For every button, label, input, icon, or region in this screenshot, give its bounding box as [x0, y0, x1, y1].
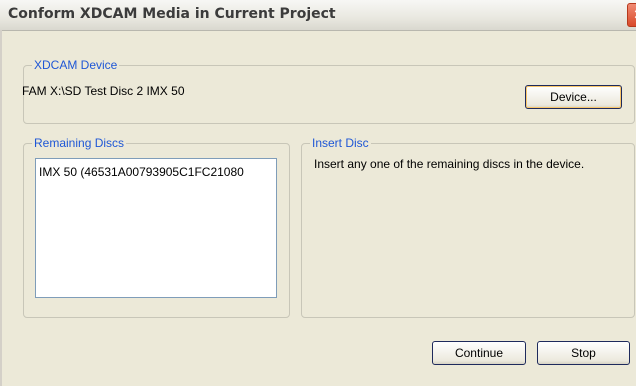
insert-disc-message: Insert any one of the remaining discs in…: [314, 157, 585, 171]
title-bar[interactable]: Conform XDCAM Media in Current Project ✕: [0, 0, 636, 31]
stop-button[interactable]: Stop: [537, 341, 630, 365]
remaining-discs-list[interactable]: IMX 50 (46531A00793905C1FC21080: [35, 158, 277, 298]
continue-button[interactable]: Continue: [432, 341, 526, 365]
window-frame: [0, 30, 2, 386]
window-title: Conform XDCAM Media in Current Project: [8, 6, 336, 22]
close-button[interactable]: ✕: [627, 3, 636, 27]
list-item[interactable]: IMX 50 (46531A00793905C1FC21080: [39, 165, 244, 179]
xdcam-device-legend: XDCAM Device: [32, 58, 120, 72]
device-button[interactable]: Device...: [525, 85, 622, 109]
insert-disc-legend: Insert Disc: [310, 136, 371, 150]
remaining-discs-legend: Remaining Discs: [32, 136, 127, 150]
device-name: FAM X:\SD Test Disc 2 IMX 50: [22, 84, 185, 98]
